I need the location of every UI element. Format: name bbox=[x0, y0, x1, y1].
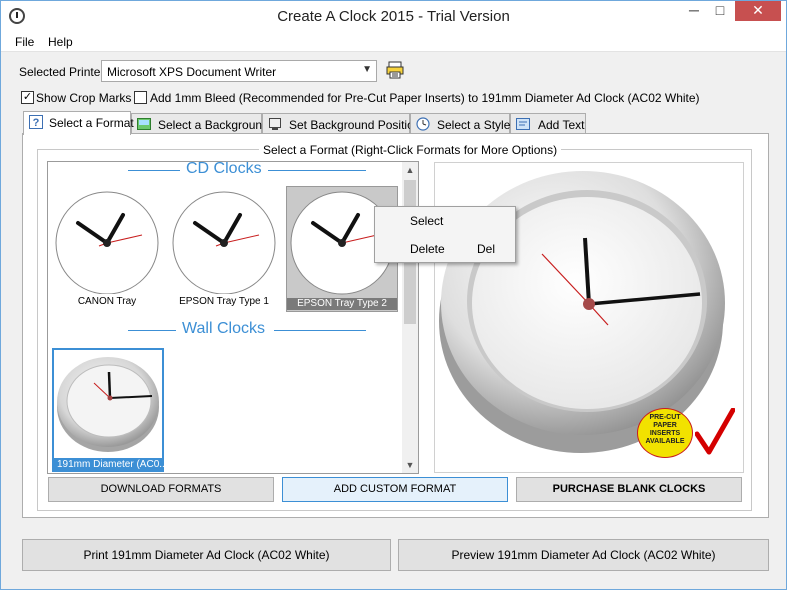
crop-marks-label: Show Crop Marks bbox=[36, 91, 132, 105]
format-thumb-epson-tray-1[interactable] bbox=[171, 188, 277, 295]
cd-clock-image bbox=[55, 191, 159, 295]
format-caption: EPSON Tray Type 1 bbox=[179, 296, 269, 307]
pre-cut-inserts-badge: PRE-CUT PAPER INSERTS AVAILABLE bbox=[637, 408, 693, 458]
wall-clock-image bbox=[57, 357, 159, 452]
minimize-button[interactable]: ─ bbox=[681, 1, 707, 21]
format-thumb-191mm-wall-clock[interactable]: 191mm Diameter (AC0... bbox=[52, 348, 168, 472]
position-icon bbox=[269, 118, 281, 130]
printer-settings-icon[interactable] bbox=[386, 61, 404, 79]
badge-line: PAPER bbox=[653, 422, 677, 429]
context-menu-delete-shortcut: Del bbox=[477, 242, 496, 256]
purchase-blank-clocks-button[interactable]: PURCHASE BLANK CLOCKS bbox=[516, 477, 742, 502]
tab-label: Select a Background bbox=[158, 118, 269, 132]
download-formats-button[interactable]: DOWNLOAD FORMATS bbox=[48, 477, 274, 502]
section-title-cd-clocks: CD Clocks bbox=[180, 162, 268, 178]
cd-clock-image bbox=[172, 191, 276, 295]
background-icon bbox=[137, 118, 151, 130]
format-caption: CANON Tray bbox=[77, 296, 137, 307]
bleed-checkbox[interactable] bbox=[134, 91, 147, 104]
context-menu-select[interactable]: Select bbox=[410, 214, 443, 228]
tab-label: Add Text bbox=[538, 118, 585, 132]
maximize-button[interactable]: □ bbox=[707, 1, 733, 21]
app-window: Create A Clock 2015 - Trial Version ─ □ … bbox=[0, 0, 787, 590]
add-custom-format-button[interactable]: ADD CUSTOM FORMAT bbox=[282, 477, 508, 502]
printer-select-value: Microsoft XPS Document Writer bbox=[107, 65, 277, 79]
printer-select[interactable]: Microsoft XPS Document Writer ▼ bbox=[101, 60, 377, 82]
tab-label: Set Background Position bbox=[289, 118, 421, 132]
selected-printer-label: Selected Printer bbox=[19, 65, 105, 79]
section-divider bbox=[128, 170, 188, 171]
format-group-title: Select a Format (Right-Click Formats for… bbox=[259, 143, 562, 157]
scroll-up-icon[interactable]: ▲ bbox=[402, 162, 418, 178]
format-caption: EPSON Tray Type 2 bbox=[287, 298, 397, 310]
section-divider bbox=[274, 330, 366, 331]
text-icon bbox=[516, 118, 530, 130]
svg-text:?: ? bbox=[33, 117, 40, 129]
tab-add-text[interactable]: Add Text bbox=[510, 113, 586, 134]
tab-set-background-position[interactable]: Set Background Position bbox=[262, 113, 420, 134]
badge-line: PRE-CUT bbox=[649, 414, 681, 421]
section-title-wall-clocks: Wall Clocks bbox=[176, 320, 271, 338]
title-bar[interactable]: Create A Clock 2015 - Trial Version ─ □ … bbox=[1, 1, 786, 32]
scroll-down-icon[interactable]: ▼ bbox=[402, 457, 418, 473]
crop-marks-checkbox[interactable]: ✓ bbox=[21, 91, 34, 104]
menu-file[interactable]: File bbox=[15, 35, 34, 49]
help-icon: ? bbox=[29, 115, 43, 129]
bleed-label: Add 1mm Bleed (Recommended for Pre-Cut P… bbox=[150, 91, 700, 105]
context-menu: Select Delete Del bbox=[374, 206, 516, 263]
menu-bar: File Help bbox=[1, 32, 786, 52]
badge-line: INSERTS bbox=[649, 430, 681, 437]
tab-select-style[interactable]: Select a Style bbox=[410, 113, 510, 134]
tab-select-format[interactable]: ? Select a Format bbox=[23, 111, 134, 135]
window-title: Create A Clock 2015 - Trial Version bbox=[277, 8, 510, 25]
red-checkmark-icon bbox=[695, 408, 735, 455]
preview-button[interactable]: Preview 191mm Diameter Ad Clock (AC02 Wh… bbox=[398, 539, 769, 571]
style-icon bbox=[416, 117, 430, 131]
format-thumb-canon-tray[interactable] bbox=[54, 188, 160, 295]
section-divider bbox=[128, 330, 176, 331]
tab-select-background[interactable]: Select a Background bbox=[131, 113, 269, 134]
tab-label: Select a Style bbox=[437, 118, 511, 132]
format-list[interactable]: CD Clocks CANON Tray EPSON Tray Type 1 E… bbox=[47, 161, 419, 474]
print-button[interactable]: Print 191mm Diameter Ad Clock (AC02 Whit… bbox=[22, 539, 391, 571]
tab-label: Select a Format bbox=[49, 116, 134, 130]
format-caption: 191mm Diameter (AC0... bbox=[54, 458, 168, 471]
close-button[interactable]: ✕ bbox=[735, 1, 781, 21]
badge-line: AVAILABLE bbox=[645, 438, 685, 445]
section-divider bbox=[266, 170, 366, 171]
context-menu-delete[interactable]: Delete bbox=[410, 242, 445, 256]
chevron-down-icon: ▼ bbox=[362, 64, 372, 75]
menu-help[interactable]: Help bbox=[48, 35, 73, 49]
